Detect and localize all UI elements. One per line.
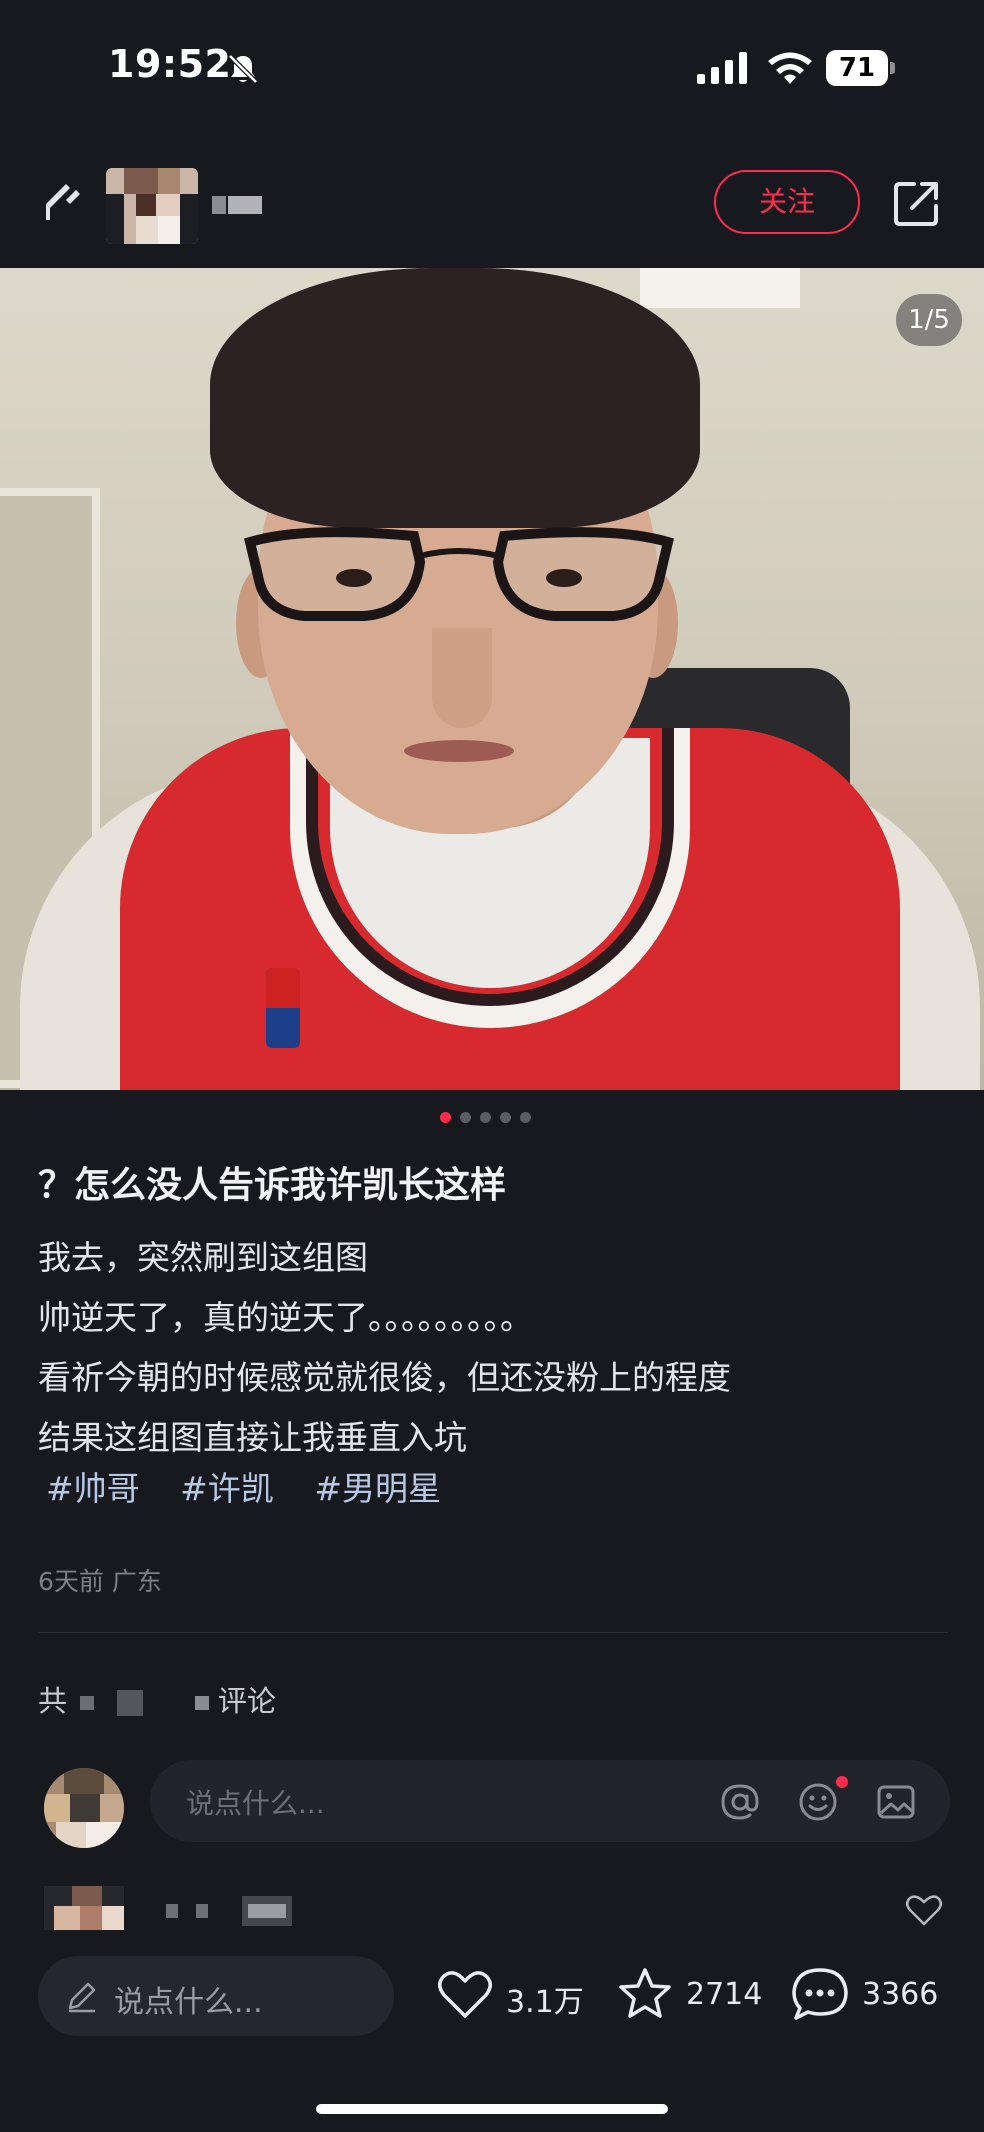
hashtag[interactable]: #许凯 bbox=[180, 1469, 274, 1508]
post-meta: 6天前 广东 bbox=[38, 1567, 162, 1596]
post-body-line: 结果这组图直接让我垂直入坑 bbox=[38, 1418, 467, 1457]
post-detail-page: 19:52 71 关注 1/5 ？怎么没人告诉我许凯长这样 我去，突然刷到这组图… bbox=[0, 0, 984, 2132]
post-header: 关注 bbox=[0, 150, 984, 260]
carousel-dot-3[interactable] bbox=[480, 1112, 491, 1123]
redacted-count bbox=[117, 1690, 144, 1716]
cellular-signal-icon bbox=[697, 52, 747, 84]
favorite-count: 2714 bbox=[686, 1977, 763, 2012]
mouth bbox=[404, 740, 514, 762]
author-avatar[interactable] bbox=[106, 168, 198, 244]
post-body-line: 我去，突然刷到这组图 bbox=[38, 1238, 368, 1277]
bottom-action-bar: 说点什么... 3.1万 2714 3366 bbox=[0, 1930, 984, 2132]
home-indicator[interactable] bbox=[316, 2104, 668, 2114]
post-body: 我去，突然刷到这组图 帅逆天了，真的逆天了。。。。。。。。。 看祈今朝的时候感觉… bbox=[38, 1228, 958, 1468]
like-button[interactable]: 3.1万 bbox=[436, 1960, 586, 2030]
wifi-icon bbox=[768, 52, 812, 84]
share-icon[interactable] bbox=[890, 176, 944, 230]
image-page-indicator: 1/5 bbox=[896, 294, 962, 346]
my-avatar bbox=[44, 1768, 124, 1848]
commenter-avatar[interactable] bbox=[44, 1886, 124, 1936]
comment-count-suffix: 评论 bbox=[217, 1684, 276, 1718]
hashtag[interactable]: #男明星 bbox=[314, 1469, 441, 1508]
author-name-redacted[interactable] bbox=[212, 196, 262, 216]
hashtag-list: #帅哥 #许凯 #男明星 bbox=[46, 1462, 471, 1510]
back-icon[interactable] bbox=[36, 176, 88, 228]
carousel-dot-2[interactable] bbox=[460, 1112, 471, 1123]
commenter-name-redacted[interactable] bbox=[166, 1896, 306, 1926]
carousel-dot-4[interactable] bbox=[500, 1112, 511, 1123]
carousel-dot-1[interactable] bbox=[440, 1112, 451, 1123]
status-bar: 19:52 71 bbox=[0, 0, 984, 140]
battery-level: 71 bbox=[838, 53, 876, 83]
battery-cap bbox=[890, 62, 895, 74]
comment-like-icon[interactable] bbox=[904, 1890, 944, 1930]
comment-bubble-icon bbox=[792, 1968, 848, 2020]
favorite-button[interactable]: 2714 bbox=[616, 1960, 766, 2030]
nose bbox=[432, 628, 492, 728]
glasses bbox=[244, 527, 674, 621]
nba-logo bbox=[266, 968, 300, 1048]
follow-button[interactable]: 关注 bbox=[714, 170, 860, 234]
bottom-comment-input[interactable]: 说点什么... bbox=[38, 1956, 394, 2036]
status-time: 19:52 bbox=[108, 42, 232, 86]
comment-input-field[interactable]: 说点什么... bbox=[150, 1760, 950, 1842]
carousel-dot-5[interactable] bbox=[520, 1112, 531, 1123]
notification-dot bbox=[836, 1776, 848, 1788]
heart-icon bbox=[438, 1971, 492, 2018]
hashtag[interactable]: #帅哥 bbox=[46, 1469, 140, 1508]
carousel-dots bbox=[440, 1112, 550, 1124]
mention-icon[interactable] bbox=[718, 1780, 762, 1824]
divider bbox=[38, 1632, 948, 1633]
comment-count-prefix: 共 bbox=[38, 1684, 68, 1718]
ceiling-light bbox=[640, 268, 800, 308]
emoji-icon[interactable] bbox=[796, 1780, 840, 1824]
comment-button[interactable]: 3366 bbox=[790, 1960, 950, 2030]
comment-count: 共 评论 bbox=[38, 1678, 276, 1720]
post-body-line: 帅逆天了，真的逆天了。。。。。。。。。 bbox=[38, 1298, 533, 1337]
post-image[interactable]: 1/5 bbox=[0, 268, 984, 1090]
bottom-input-placeholder: 说点什么... bbox=[114, 1985, 263, 2020]
comment-input-placeholder: 说点什么... bbox=[186, 1787, 325, 1820]
image-icon[interactable] bbox=[874, 1780, 918, 1824]
post-body-line: 看祈今朝的时候感觉就很俊，但还没粉上的程度 bbox=[38, 1358, 731, 1397]
comment-count-number: 3366 bbox=[862, 1977, 939, 2012]
hair bbox=[210, 268, 700, 528]
battery-icon: 71 bbox=[826, 50, 896, 86]
redacted-count bbox=[80, 1696, 95, 1710]
bell-off-icon bbox=[228, 54, 258, 84]
like-count: 3.1万 bbox=[506, 1985, 584, 2020]
star-icon bbox=[619, 1968, 671, 2018]
redacted-count bbox=[194, 1696, 209, 1710]
post-title: ？怎么没人告诉我许凯长这样 bbox=[38, 1165, 507, 1206]
pencil-icon bbox=[68, 1982, 96, 2013]
